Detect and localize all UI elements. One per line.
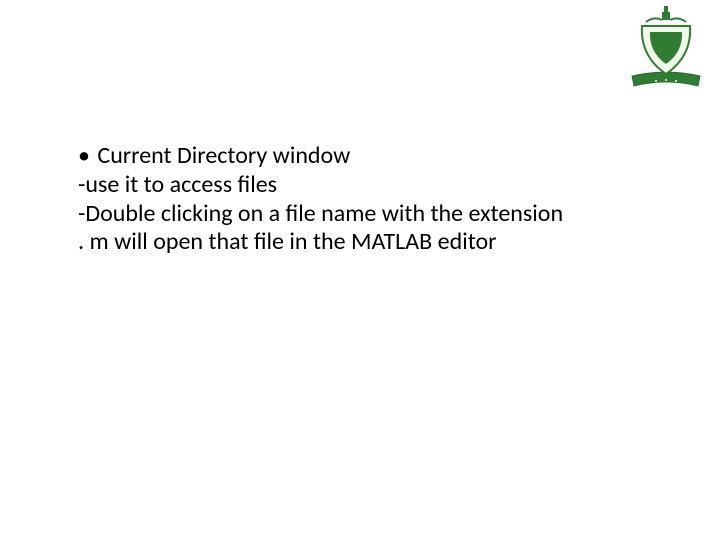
- bullet-text-1: Current Directory window: [97, 141, 350, 170]
- bullet-marker: •: [78, 142, 90, 171]
- slide-body: • Current Directory window -use it to ac…: [78, 142, 638, 257]
- body-line-4: . m will open that file in the MATLAB ed…: [78, 228, 638, 257]
- bullet-line-1: • Current Directory window: [78, 142, 638, 171]
- university-logo: [626, 6, 706, 94]
- body-line-3: -Double clicking on a file name with the…: [78, 200, 638, 229]
- body-line-2: -use it to access files: [78, 171, 638, 200]
